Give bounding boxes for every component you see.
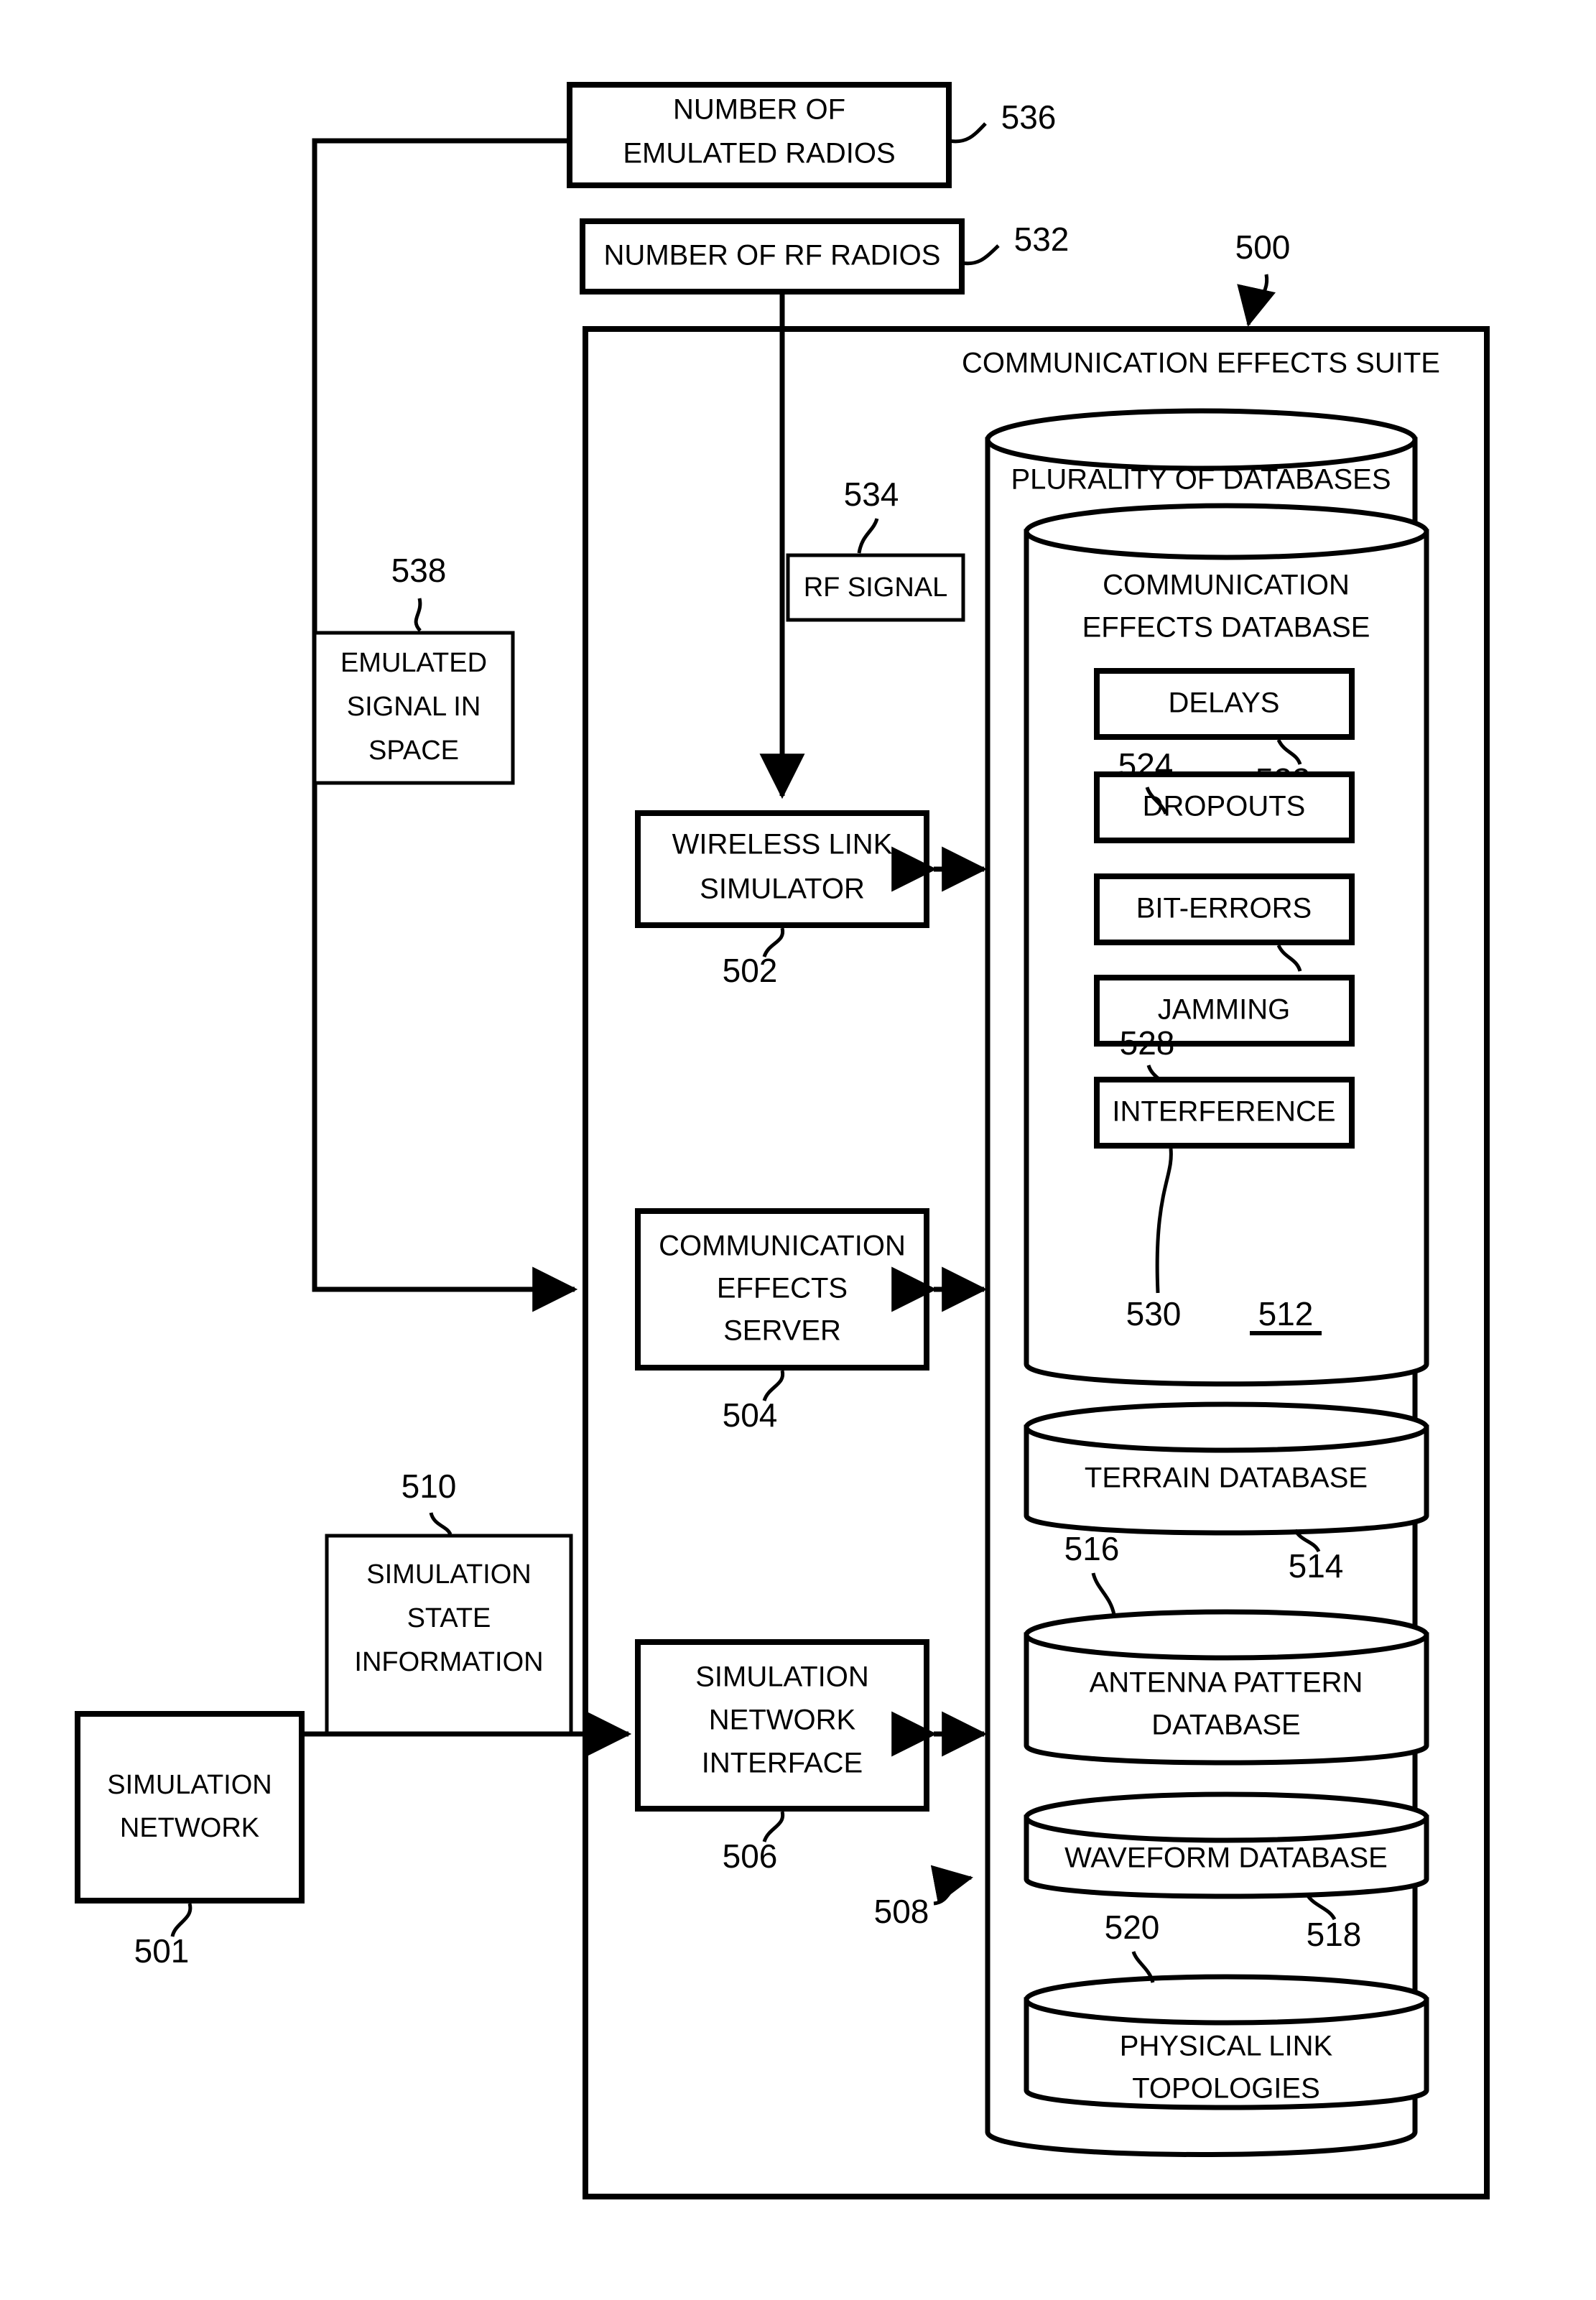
antenna-pattern-database-label-2: DATABASE	[1151, 1710, 1300, 1741]
terrain-database-label: TERRAIN DATABASE	[1085, 1462, 1368, 1494]
ref-508: 508	[874, 1893, 929, 1930]
ref-532: 532	[1014, 221, 1070, 258]
emulated-signal-label-2: SIGNAL IN	[347, 692, 481, 722]
ref-524: 524	[1118, 746, 1174, 784]
plurality-of-databases-title: PLURALITY OF DATABASES	[1011, 464, 1391, 496]
communication-effects-database-label-1: COMMUNICATION	[1103, 570, 1350, 601]
number-of-emulated-radios-label-2: EMULATED RADIOS	[623, 138, 895, 170]
ref-516: 516	[1064, 1530, 1120, 1567]
simulation-network-box	[75, 1711, 305, 1903]
physical-link-topologies-label-1: PHYSICAL LINK	[1120, 2031, 1333, 2062]
effect-label-dropouts: DROPOUTS	[1143, 791, 1306, 822]
ref-510: 510	[402, 1467, 457, 1505]
physical-link-topologies-label-2: TOPOLOGIES	[1132, 2073, 1320, 2105]
wireless-link-simulator-label-1: WIRELESS LINK	[672, 829, 893, 861]
effect-label-interference: INTERFERENCE	[1112, 1096, 1335, 1128]
ref-506: 506	[723, 1837, 778, 1875]
ref-501: 501	[134, 1932, 190, 1970]
ref-518: 518	[1307, 1916, 1362, 1953]
suite-title: COMMUNICATION EFFECTS SUITE	[962, 348, 1440, 379]
antenna-pattern-database-label-1: ANTENNA PATTERN	[1090, 1667, 1363, 1699]
simulation-network-interface-label-2: NETWORK	[709, 1705, 856, 1736]
simulation-state-label-1: SIMULATION	[366, 1559, 531, 1590]
emulated-signal-label-3: SPACE	[368, 736, 459, 766]
simulation-state-label-2: STATE	[407, 1603, 491, 1633]
emulated-signal-label-1: EMULATED	[340, 648, 487, 678]
ref-528: 528	[1120, 1024, 1175, 1062]
effect-label-delays: DELAYS	[1169, 687, 1280, 719]
ref-534: 534	[844, 476, 899, 513]
simulation-network-interface-label-1: SIMULATION	[695, 1661, 869, 1693]
ref-512: 512	[1258, 1295, 1314, 1332]
number-of-rf-radios-label: NUMBER OF RF RADIOS	[604, 240, 941, 272]
effect-label-jamming: JAMMING	[1158, 994, 1290, 1026]
wireless-link-simulator-label-2: SIMULATOR	[700, 873, 865, 905]
ref-520: 520	[1105, 1909, 1160, 1946]
ref-530: 530	[1126, 1295, 1182, 1332]
simulation-state-label-3: INFORMATION	[354, 1647, 543, 1677]
ref-536: 536	[1001, 98, 1057, 136]
simulation-network-label-1: SIMULATION	[107, 1770, 272, 1800]
ref-500: 500	[1235, 228, 1291, 266]
simulation-network-interface-label-3: INTERFACE	[702, 1748, 863, 1779]
ref-538: 538	[391, 552, 447, 589]
number-of-emulated-radios-label-1: NUMBER OF	[673, 94, 845, 126]
ref-504: 504	[723, 1396, 778, 1434]
communication-effects-server-label-1: COMMUNICATION	[659, 1230, 906, 1262]
communication-effects-server-label-3: SERVER	[723, 1315, 841, 1347]
patent-figure-500: COMMUNICATION EFFECTS SUITE 500 NUMBER O…	[0, 0, 1596, 2300]
effect-label-bit-errors: BIT-ERRORS	[1136, 893, 1312, 924]
simulation-network-label-2: NETWORK	[120, 1813, 259, 1843]
waveform-database-label: WAVEFORM DATABASE	[1064, 1842, 1388, 1874]
ref-514: 514	[1289, 1547, 1344, 1585]
communication-effects-server-label-2: EFFECTS	[717, 1273, 848, 1304]
ref-502: 502	[723, 952, 778, 989]
rf-signal-label: RF SIGNAL	[804, 572, 948, 603]
communication-effects-database-label-2: EFFECTS DATABASE	[1082, 612, 1370, 644]
